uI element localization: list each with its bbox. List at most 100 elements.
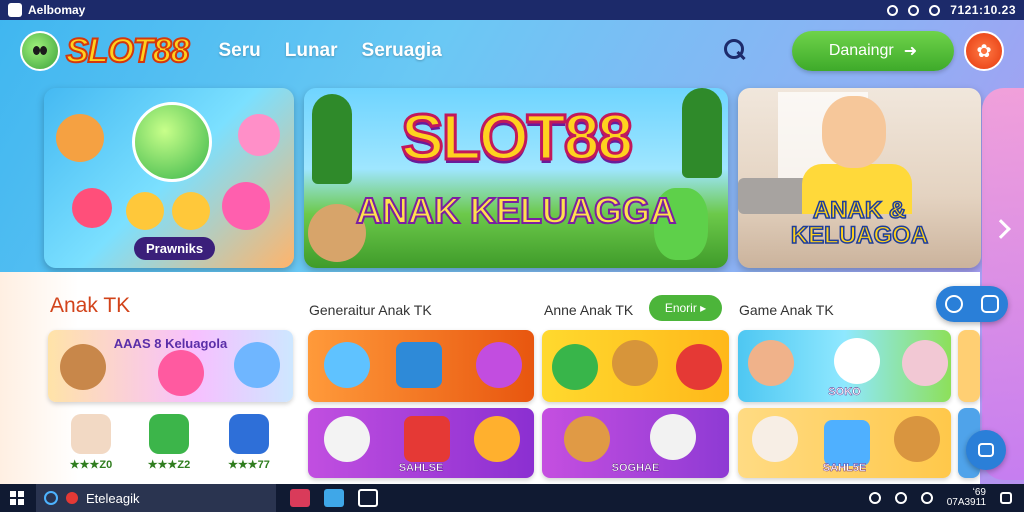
register-button[interactable]: Danaingr ➜ [792, 31, 954, 71]
toy-image [222, 182, 270, 230]
mascot-image [650, 414, 696, 460]
chat-button[interactable] [966, 430, 1006, 470]
close-toy-image [476, 342, 522, 388]
bear-toy-image [564, 416, 610, 462]
nav-link-seru[interactable]: Seru [218, 40, 260, 62]
play-box-image [396, 342, 442, 388]
game-card-caption: SOGHAE [611, 462, 660, 474]
volume-icon[interactable] [920, 492, 933, 504]
game-card[interactable]: SAHL5E [738, 408, 951, 478]
taskbar-app-icon[interactable] [324, 489, 344, 507]
notification-icon[interactable] [1000, 492, 1012, 504]
bear-toy-image [238, 114, 280, 156]
banner-mascots[interactable]: Prawniks [44, 88, 294, 268]
bear-toy-image [71, 414, 111, 454]
taskbar-app-icon[interactable] [290, 489, 310, 507]
bear-toy-image [234, 342, 280, 388]
letter-toy-image [676, 344, 722, 390]
section-title-game: Game Anak TK [739, 302, 834, 318]
game-card-caption: SAHL5E [822, 462, 867, 474]
status-icons: 7121:10.23 [887, 3, 1016, 17]
register-button-label: Danaingr [828, 42, 894, 59]
toy-box-image [404, 416, 450, 462]
bird-toy-image [474, 416, 520, 462]
game-card[interactable] [542, 330, 729, 402]
nav-link-seruagia[interactable]: Seruagia [362, 40, 442, 62]
mascot-icon [20, 31, 60, 71]
people-icon[interactable] [894, 492, 907, 504]
green-mascot-image [132, 102, 212, 182]
battery-icon [929, 4, 941, 16]
gift-box-image [229, 414, 269, 454]
logo-wordmark: SLOT88 [65, 31, 190, 71]
game-card[interactable]: AAAS 8 Keluagola [48, 330, 293, 402]
nav-link-lunar[interactable]: Lunar [285, 40, 338, 62]
main-nav: Seru Lunar Seruagia [218, 40, 441, 62]
taskbar: Eteleagik ʻ69 07A3911 [0, 484, 1024, 512]
banner-family-line2: KELUAGOA [790, 222, 929, 250]
cloud-icon[interactable] [945, 295, 963, 313]
section-more-button[interactable]: Enorir ▸ [649, 295, 722, 321]
blocks-toy-image [824, 420, 870, 466]
ball-toy-image [158, 350, 204, 396]
status-bar: Aelbomay 7121:10.23 [0, 0, 1024, 20]
game-card-peek[interactable] [958, 330, 980, 402]
banner-logo-text: SLOT88 [400, 100, 635, 175]
system-tray: ʻ69 07A3911 [868, 488, 1024, 508]
banner-pill[interactable]: Prawniks [134, 237, 216, 260]
section-title-anne: Anne Anak TK [544, 302, 634, 318]
section-title-anak-tk: Anak TK [50, 294, 131, 317]
mini-game-item[interactable]: ★★★77 [214, 414, 284, 471]
app-icon [8, 3, 22, 17]
bear-toy-image [612, 340, 658, 386]
bear-toy-image [172, 192, 210, 230]
cortana-icon [44, 491, 58, 505]
game-card-caption: SAHLSE [398, 462, 444, 474]
toy-box-image [149, 414, 189, 454]
game-card[interactable]: SAHLSE [308, 408, 534, 478]
mini-game-item[interactable]: ★★★Z2 [134, 414, 204, 471]
content-panel: Anak TK Generaitur Anak TK Anne Anak TK … [0, 272, 980, 484]
profile-button[interactable]: ✿ [964, 31, 1004, 71]
bear-toy-image [60, 344, 106, 390]
gem-image [324, 342, 370, 388]
window-icon[interactable] [981, 295, 999, 313]
bear-toy-image [56, 114, 104, 162]
bear-toy-image [894, 416, 940, 462]
banner-main[interactable]: SLOT88 ANAK KELUAGGA [304, 88, 728, 268]
wifi-icon [908, 4, 920, 16]
taskbar-clock[interactable]: ʻ69 07A3911 [947, 488, 986, 508]
game-card[interactable]: SOGHAE [542, 408, 729, 478]
app-name: Aelbomay [28, 3, 86, 17]
bear-toy-image [324, 416, 370, 462]
section-title-generator: Generaitur Anak TK [309, 302, 432, 318]
record-icon [66, 492, 78, 504]
girl-photo [748, 340, 794, 386]
bear-toy-image [752, 416, 798, 462]
search-icon[interactable] [720, 37, 748, 65]
banner-family[interactable]: ANAK & KELUAGOA [738, 88, 981, 268]
banner-subtitle: ANAK KELUAGGA [355, 189, 677, 232]
taskbar-search[interactable]: Eteleagik [36, 484, 276, 512]
flower-icon: ✿ [976, 40, 992, 61]
hero-carousel: Prawniks SLOT88 ANAK KELUAGGA ANAK & KEL… [44, 88, 981, 268]
game-card-caption: SOKO [828, 386, 861, 398]
mini-game-rating: ★★★77 [228, 459, 270, 471]
search-icon[interactable] [868, 492, 881, 504]
banner-family-line1: ANAK & [812, 197, 907, 224]
banner-family-title: ANAK & KELUAGOA [738, 197, 981, 250]
site-header: SLOT88 Seru Lunar Seruagia Danaingr ➜ ✿ [0, 20, 1024, 82]
mini-game-rating: ★★★Z2 [147, 459, 191, 471]
clock-line2: 07A3911 [946, 497, 986, 508]
home-icon[interactable] [358, 489, 378, 507]
bear-toy-image [72, 188, 112, 228]
site-logo[interactable]: SLOT88 [20, 31, 190, 71]
mini-game-item[interactable]: ★★★Z0 [56, 414, 126, 471]
child-photo [822, 96, 886, 168]
chat-icon [978, 443, 994, 457]
windows-start-icon[interactable] [10, 491, 24, 505]
game-card[interactable]: SOKO [738, 330, 951, 402]
alarm-icon [887, 4, 899, 16]
taskbar-search-text: Eteleagik [86, 490, 140, 506]
game-card[interactable] [308, 330, 534, 402]
